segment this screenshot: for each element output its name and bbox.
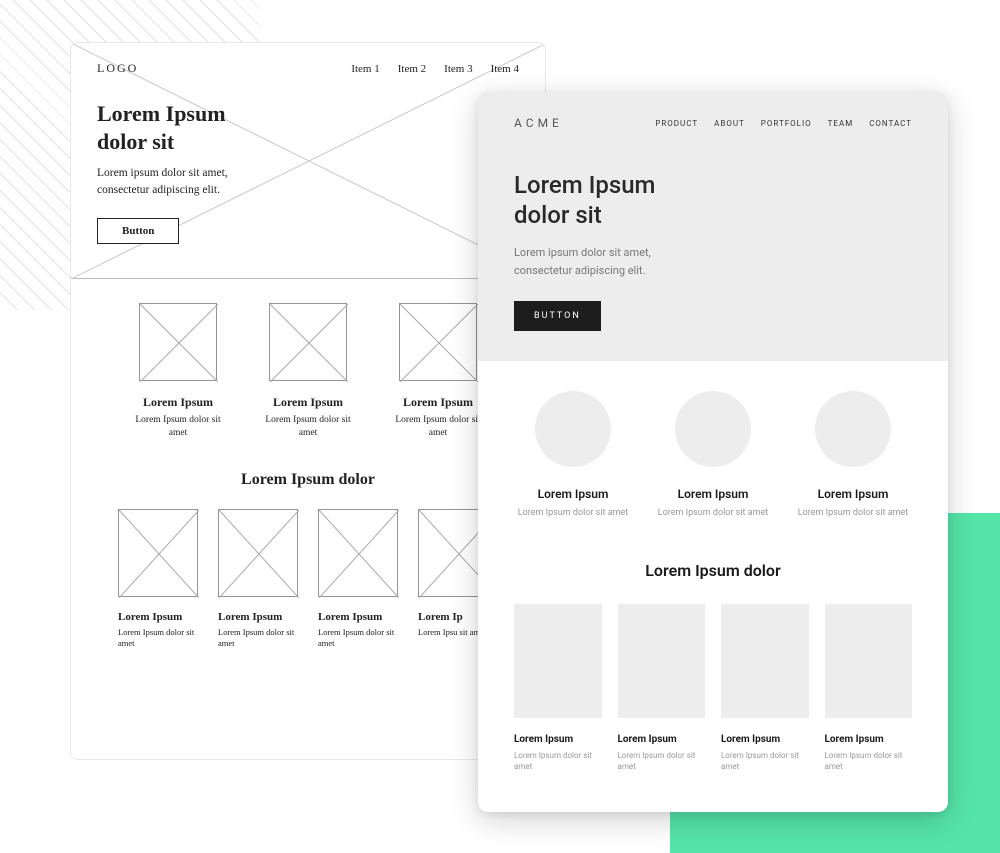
mockup-hero-subtitle: Lorem ipsum dolor sit amet, consectetur …	[514, 244, 724, 279]
card-subtitle: Lorem Ipsum dolor sit amet	[388, 414, 488, 441]
subtitle-line: consectetur adipiscing elit.	[97, 184, 220, 196]
mockup-nav: ACME PRODUCT ABOUT PORTFOLIO TEAM CONTAC…	[514, 92, 912, 170]
image-placeholder-icon	[269, 303, 347, 381]
wireframe-feature-card: Lorem Ipsum Lorem Ipsum dolor sit amet	[388, 303, 488, 441]
wireframe-nav: LOGO Item 1 Item 2 Item 3 Item 4	[71, 43, 545, 76]
card-subtitle: Lorem Ipsum dolor sit amet	[794, 507, 912, 521]
subtitle-line: Lorem ipsum dolor sit amet,	[97, 167, 228, 179]
card-title: Lorem Ipsum	[258, 395, 358, 410]
mockup-nav-item-portfolio[interactable]: PORTFOLIO	[761, 119, 812, 128]
wireframe-nav-item[interactable]: Item 3	[444, 63, 472, 75]
card-subtitle: Lorem Ipsum dolor sit amet	[218, 627, 298, 651]
mockup-nav-item-about[interactable]: ABOUT	[714, 119, 745, 128]
image-placeholder-icon	[675, 391, 751, 467]
card-subtitle: Lorem Ipsum dolor sit amet	[514, 750, 602, 772]
image-placeholder-icon	[399, 303, 477, 381]
card-title: Lorem Ipsum	[825, 734, 913, 745]
wireframe-nav-item[interactable]: Item 1	[351, 63, 379, 75]
wireframe-feature-card: Lorem Ipsum Lorem Ipsum dolor sit amet	[128, 303, 228, 441]
image-placeholder-icon	[815, 391, 891, 467]
wireframe-card: Lorem Ipsum Lorem Ipsum dolor sit amet	[118, 509, 198, 651]
wireframe-section-heading: Lorem Ipsum dolor	[71, 471, 545, 489]
wireframe-card: Lorem Ipsum Lorem Ipsum dolor sit amet	[318, 509, 398, 651]
card-subtitle: Lorem Ipsum dolor sit amet	[654, 507, 772, 521]
card-title: Lorem Ipsum	[654, 487, 772, 501]
card-subtitle: Lorem Ipsum dolor sit amet	[825, 750, 913, 772]
wireframe-card: Lorem Ipsum Lorem Ipsum dolor sit amet	[218, 509, 298, 651]
mockup-feature-card: Lorem Ipsum Lorem Ipsum dolor sit amet	[794, 391, 912, 521]
title-line: dolor sit	[97, 129, 174, 154]
title-line: dolor sit	[514, 201, 602, 229]
mockup-nav-item-contact[interactable]: CONTACT	[869, 119, 912, 128]
card-subtitle: Lorem Ipsum dolor sit amet	[118, 627, 198, 651]
mockup-features-row: Lorem Ipsum Lorem Ipsum dolor sit amet L…	[514, 391, 912, 521]
card-title: Lorem Ipsum	[118, 611, 198, 623]
mockup-hero: ACME PRODUCT ABOUT PORTFOLIO TEAM CONTAC…	[478, 92, 948, 361]
mockup-card: Lorem Ipsum Lorem Ipsum dolor sit amet	[825, 604, 913, 772]
card-subtitle: Lorem Ipsum dolor sit amet	[618, 750, 706, 772]
card-title: Lorem Ipsum	[618, 734, 706, 745]
mockup-panel: ACME PRODUCT ABOUT PORTFOLIO TEAM CONTAC…	[478, 92, 948, 812]
mockup-card: Lorem Ipsum Lorem Ipsum dolor sit amet	[721, 604, 809, 772]
card-subtitle: Lorem Ipsum dolor sit amet	[318, 627, 398, 651]
card-title: Lorem Ipsum	[514, 487, 632, 501]
wireframe-panel: LOGO Item 1 Item 2 Item 3 Item 4 Lorem I…	[70, 42, 546, 760]
wireframe-cta-button[interactable]: Button	[97, 218, 179, 244]
mockup-cards-row: Lorem Ipsum Lorem Ipsum dolor sit amet L…	[478, 604, 948, 772]
mockup-logo[interactable]: ACME	[514, 116, 563, 130]
mockup-card: Lorem Ipsum Lorem Ipsum dolor sit amet	[618, 604, 706, 772]
card-title: Lorem Ipsum	[721, 734, 809, 745]
image-placeholder-icon	[535, 391, 611, 467]
wireframe-nav-item[interactable]: Item 2	[398, 63, 426, 75]
card-title: Lorem Ipsum	[218, 611, 298, 623]
image-placeholder-icon	[618, 604, 706, 718]
title-line: Lorem Ipsum	[514, 171, 655, 199]
image-placeholder-icon	[218, 509, 298, 597]
subtitle-line: Lorem ipsum dolor sit amet,	[514, 246, 651, 259]
image-placeholder-icon	[514, 604, 602, 718]
card-subtitle: Lorem Ipsum dolor sit amet	[258, 414, 358, 441]
wireframe-nav-item[interactable]: Item 4	[491, 63, 519, 75]
mockup-nav-item-team[interactable]: TEAM	[828, 119, 854, 128]
image-placeholder-icon	[318, 509, 398, 597]
image-placeholder-icon	[139, 303, 217, 381]
card-subtitle: Lorem Ipsum dolor sit amet	[721, 750, 809, 772]
image-placeholder-icon	[118, 509, 198, 597]
card-title: Lorem Ipsum	[318, 611, 398, 623]
mockup-feature-card: Lorem Ipsum Lorem Ipsum dolor sit amet	[514, 391, 632, 521]
card-subtitle: Lorem Ipsum dolor sit amet	[514, 507, 632, 521]
wireframe-cards-row: Lorem Ipsum Lorem Ipsum dolor sit amet L…	[71, 509, 545, 651]
wireframe-logo[interactable]: LOGO	[97, 61, 138, 76]
card-title: Lorem Ipsum	[388, 395, 488, 410]
card-title: Lorem Ipsum	[128, 395, 228, 410]
wireframe-hero-title: Lorem Ipsum dolor sit	[97, 100, 519, 155]
image-placeholder-icon	[825, 604, 913, 718]
wireframe-features-row: Lorem Ipsum Lorem Ipsum dolor sit amet L…	[97, 303, 519, 441]
wireframe-hero: LOGO Item 1 Item 2 Item 3 Item 4 Lorem I…	[71, 43, 545, 279]
mockup-cta-button[interactable]: BUTTON	[514, 301, 601, 331]
card-title: Lorem Ipsum	[794, 487, 912, 501]
card-title: Lorem Ipsum	[514, 734, 602, 745]
mockup-section-heading: Lorem Ipsum dolor	[478, 561, 948, 580]
wireframe-feature-card: Lorem Ipsum Lorem Ipsum dolor sit amet	[258, 303, 358, 441]
mockup-hero-title: Lorem Ipsum dolor sit	[514, 170, 912, 230]
title-line: Lorem Ipsum	[97, 101, 226, 126]
card-subtitle: Lorem Ipsum dolor sit amet	[128, 414, 228, 441]
subtitle-line: consectetur adipiscing elit.	[514, 264, 645, 277]
image-placeholder-icon	[721, 604, 809, 718]
mockup-feature-card: Lorem Ipsum Lorem Ipsum dolor sit amet	[654, 391, 772, 521]
wireframe-hero-subtitle: Lorem ipsum dolor sit amet, consectetur …	[97, 165, 307, 200]
mockup-card: Lorem Ipsum Lorem Ipsum dolor sit amet	[514, 604, 602, 772]
mockup-nav-item-product[interactable]: PRODUCT	[655, 119, 698, 128]
